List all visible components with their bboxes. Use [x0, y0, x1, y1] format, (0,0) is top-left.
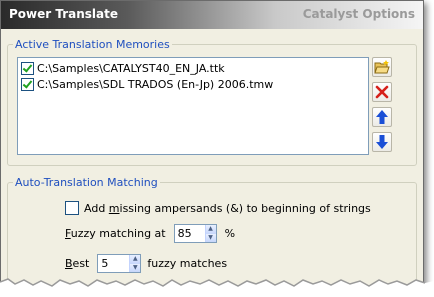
window-subtitle: Catalyst Options	[302, 7, 415, 21]
ampersand-checkbox[interactable]	[65, 201, 79, 215]
memory-checkbox[interactable]	[21, 61, 34, 75]
fuzzy-input[interactable]	[174, 225, 205, 242]
options-dialog: Power Translate Catalyst Options Active …	[0, 0, 424, 292]
list-item[interactable]: C:\Samples\SDL TRADOS (En-Jp) 2006.tmw	[21, 76, 273, 92]
ampersand-option[interactable]: Add missing ampersands (&) to beginning …	[65, 201, 371, 215]
spin-up-icon[interactable]: ▲	[205, 225, 216, 234]
memory-list[interactable]: C:\Samples\CATALYST40_EN_JA.ttk C:\Sampl…	[17, 57, 369, 155]
fuzzy-option: Fuzzy matching at ▲ ▼ %	[65, 224, 235, 243]
torn-edge	[0, 278, 434, 297]
list-item[interactable]: C:\Samples\CATALYST40_EN_JA.ttk	[21, 60, 225, 76]
move-up-button[interactable]	[372, 107, 392, 127]
add-memory-button[interactable]	[372, 57, 392, 77]
ampersand-label-accel: m	[108, 201, 120, 215]
spin-down-icon[interactable]: ▼	[205, 233, 216, 242]
fuzzy-label: Fuzzy matching at	[65, 227, 166, 240]
move-up-icon	[376, 110, 388, 124]
memory-path: C:\Samples\CATALYST40_EN_JA.ttk	[37, 61, 225, 75]
delete-icon	[375, 85, 389, 99]
best-stepper[interactable]: ▲ ▼	[97, 254, 142, 273]
title-bar: Power Translate Catalyst Options	[1, 1, 423, 29]
best-label: Best	[65, 257, 89, 270]
best-input[interactable]	[98, 255, 130, 272]
fuzzy-label-post: uzzy matching at	[70, 227, 166, 240]
best-label-accel: B	[65, 257, 73, 270]
ampersand-label-pre: Add	[84, 201, 109, 215]
move-down-button[interactable]	[372, 132, 392, 152]
fuzzy-stepper[interactable]: ▲ ▼	[173, 224, 217, 243]
ampersand-label: Add missing ampersands (&) to beginning …	[84, 202, 371, 215]
best-option: Best ▲ ▼ fuzzy matches	[65, 254, 227, 273]
window-title: Power Translate	[9, 7, 119, 21]
memories-group-label: Active Translation Memories	[13, 38, 172, 51]
matching-group-label: Auto-Translation Matching	[13, 176, 160, 189]
best-label-post: est	[72, 257, 90, 270]
memory-checkbox[interactable]	[21, 77, 34, 91]
memory-path: C:\Samples\SDL TRADOS (En-Jp) 2006.tmw	[37, 77, 274, 91]
spin-up-icon[interactable]: ▲	[130, 255, 141, 264]
move-down-icon	[376, 135, 388, 149]
ampersand-label-post: issing ampersands (&) to beginning of st…	[119, 201, 371, 215]
open-folder-icon	[374, 60, 390, 74]
fuzzy-unit: %	[224, 227, 236, 240]
spin-down-icon[interactable]: ▼	[130, 263, 141, 272]
delete-memory-button[interactable]	[372, 82, 392, 102]
best-suffix: fuzzy matches	[147, 257, 228, 270]
